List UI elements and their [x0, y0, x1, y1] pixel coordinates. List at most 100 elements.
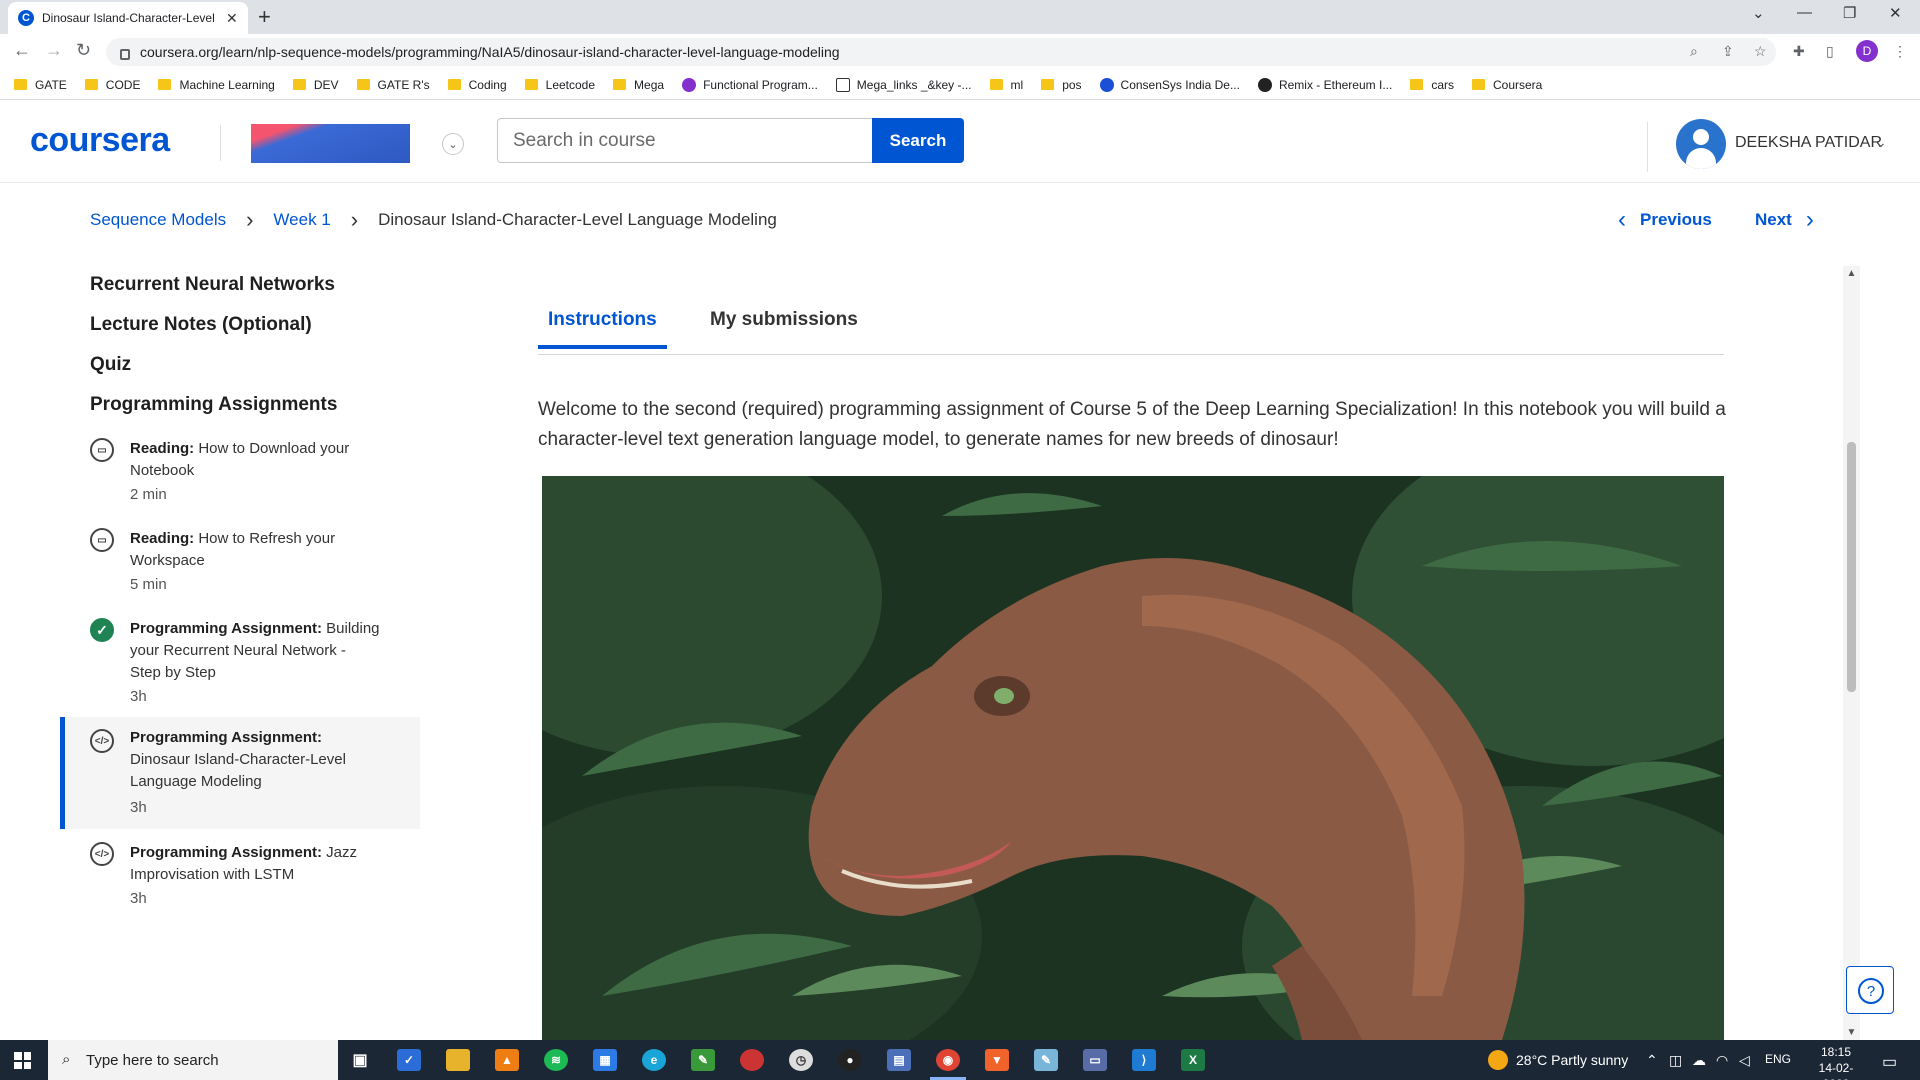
bookmark-item[interactable]: Machine Learning [158, 78, 275, 92]
bookmark-item[interactable]: pos [1041, 78, 1082, 92]
url-text: coursera.org/learn/nlp-sequence-models/p… [140, 44, 840, 60]
store-icon[interactable]: ▦ [593, 1049, 617, 1071]
onedrive-icon[interactable]: ☁ [1692, 1052, 1706, 1069]
bookmark-star-icon[interactable]: ☆ [1754, 43, 1767, 60]
file-explorer-icon[interactable] [446, 1049, 470, 1071]
scroll-up-icon[interactable]: ▲ [1843, 268, 1860, 279]
bookmark-item[interactable]: ml [989, 78, 1023, 92]
screen-recorder-icon[interactable]: ● [838, 1049, 862, 1071]
browser-tab[interactable]: C Dinosaur Island-Character-Level ✕ [8, 2, 248, 34]
tray-chevron-up-icon[interactable]: ⌃ [1646, 1052, 1658, 1069]
edge-icon[interactable]: e [642, 1049, 666, 1071]
course-search-input[interactable] [497, 118, 872, 163]
notes-app-icon[interactable]: ✎ [1034, 1049, 1058, 1071]
windows-start-icon[interactable] [14, 1052, 31, 1069]
breadcrumb-course-link[interactable]: Sequence Models [90, 210, 226, 230]
bookmark-item[interactable]: Remix - Ethereum I... [1257, 77, 1392, 92]
task-view-icon[interactable]: ▣ [348, 1049, 372, 1071]
page-scrollbar[interactable]: ▲ ▼ [1843, 266, 1860, 1040]
url-field[interactable]: coursera.org/learn/nlp-sequence-models/p… [106, 38, 1776, 66]
bookmark-item[interactable]: GATE R's [356, 78, 430, 92]
user-avatar-icon[interactable] [1676, 119, 1726, 169]
sidebar-item-label: Reading: How to Refresh your Workspace [130, 530, 336, 569]
share-icon[interactable]: ⇪ [1722, 43, 1734, 60]
previous-label: Previous [1640, 210, 1712, 229]
browser-tab-strip: C Dinosaur Island-Character-Level ✕ + ⌄ … [0, 0, 1920, 34]
zoom-icon[interactable]: ⌕ [1690, 43, 1698, 60]
minimize-icon[interactable]: — [1797, 4, 1812, 21]
chevron-down-icon[interactable]: ⌄ [442, 133, 464, 155]
close-tab-icon[interactable]: ✕ [226, 10, 238, 27]
sidebar-section-quiz[interactable]: Quiz [90, 354, 131, 376]
volume-icon[interactable]: ◁ [1739, 1052, 1750, 1069]
tab-my-submissions[interactable]: My submissions [700, 309, 868, 345]
remote-desktop-icon[interactable]: ▭ [1083, 1049, 1107, 1071]
sidebar-section-programming-assignments[interactable]: Programming Assignments [90, 394, 337, 416]
scroll-thumb[interactable] [1847, 442, 1856, 692]
search-icon: ⌕ [62, 1051, 71, 1068]
bookmark-item[interactable]: Coding [447, 78, 507, 92]
bookmark-item[interactable]: ConsenSys India De... [1099, 77, 1240, 92]
camera-tray-icon[interactable]: ◫ [1669, 1052, 1682, 1069]
forward-icon[interactable]: → [45, 40, 63, 61]
excel-icon[interactable]: X [1181, 1049, 1205, 1071]
sidebar-item-jazz-lstm[interactable]: </> Programming Assignment: Jazz Improvi… [60, 838, 420, 922]
tab-search-icon[interactable]: ⌄ [1752, 4, 1765, 22]
clock-app-icon[interactable]: ◷ [789, 1049, 813, 1071]
calculator-icon[interactable]: ▤ [887, 1049, 911, 1071]
notifications-icon[interactable]: ▭ [1882, 1052, 1897, 1072]
partner-logo-banner[interactable] [251, 124, 410, 163]
help-button[interactable]: ? [1846, 966, 1894, 1014]
bookmark-item[interactable]: Coursera [1472, 78, 1542, 92]
coursera-logo[interactable]: coursera [30, 121, 170, 160]
sidebar-item-download-notebook[interactable]: ▭ Reading: How to Download your Notebook… [60, 434, 420, 518]
browser-profile-avatar[interactable]: D [1856, 40, 1878, 62]
sidebar-item-building-rnn[interactable]: ✓ Programming Assignment: Building your … [60, 614, 420, 718]
chrome-icon[interactable]: ◉ [936, 1049, 960, 1071]
new-tab-icon[interactable]: + [258, 4, 271, 30]
notepad-plus-icon[interactable]: ✎ [691, 1049, 715, 1071]
bookmark-item[interactable]: cars [1410, 78, 1454, 92]
breadcrumb-week-link[interactable]: Week 1 [273, 210, 330, 230]
brave-icon[interactable]: ▼ [985, 1049, 1009, 1071]
weather-text[interactable]: 28°C Partly sunny [1516, 1052, 1628, 1068]
vscode-icon[interactable]: ⟩ [1132, 1049, 1156, 1071]
sidebar-item-refresh-workspace[interactable]: ▭ Reading: How to Refresh your Workspace… [60, 524, 420, 608]
bookmark-item[interactable]: GATE [14, 78, 67, 92]
vlc-icon[interactable]: ▲ [495, 1049, 519, 1071]
chevron-down-icon[interactable]: ⌄ [1875, 134, 1887, 151]
back-icon[interactable]: ← [13, 40, 31, 61]
wifi-icon[interactable]: ◠ [1716, 1052, 1728, 1069]
chevron-right-icon: › [350, 207, 359, 232]
todo-app-icon[interactable]: ✓ [397, 1049, 421, 1071]
tab-instructions[interactable]: Instructions [538, 309, 667, 349]
reload-icon[interactable]: ↻ [76, 40, 91, 61]
next-button[interactable]: Next › [1755, 208, 1814, 232]
duration: 3h [130, 799, 147, 816]
snip-app-icon[interactable] [740, 1049, 764, 1071]
restore-icon[interactable]: ❐ [1843, 4, 1856, 22]
bookmark-item[interactable]: CODE [84, 78, 140, 92]
sidebar-item-dinosaur-island[interactable]: </> Programming Assignment: Dinosaur Isla… [60, 717, 420, 829]
close-window-icon[interactable]: ✕ [1889, 4, 1902, 22]
bookmark-item[interactable]: Mega [613, 78, 664, 92]
user-name[interactable]: DEEKSHA PATIDAR [1735, 134, 1882, 152]
spotify-icon[interactable]: ≋ [544, 1049, 568, 1071]
sidebar-section-lecture-notes[interactable]: Lecture Notes (Optional) [90, 314, 312, 336]
weather-icon[interactable] [1488, 1050, 1508, 1070]
bookmark-item[interactable]: DEV [292, 78, 339, 92]
taskbar-search-box[interactable]: ⌕ Type here to search [48, 1040, 338, 1080]
bookmark-item[interactable]: Functional Program... [682, 77, 818, 92]
previous-button[interactable]: ‹ Previous [1618, 208, 1712, 232]
sidebar-section-rnn[interactable]: Recurrent Neural Networks [90, 274, 335, 296]
side-panel-icon[interactable]: ▯ [1826, 43, 1834, 60]
folder-icon [1472, 79, 1485, 90]
extensions-icon[interactable]: ✚ [1793, 43, 1805, 60]
bookmark-item[interactable]: Leetcode [524, 78, 595, 92]
taskbar-clock[interactable]: 18:15 14-02-2023 [1806, 1044, 1866, 1080]
browser-menu-icon[interactable]: ⋮ [1893, 43, 1907, 60]
bookmark-item[interactable]: Mega_links _&key -... [835, 77, 972, 92]
scroll-down-icon[interactable]: ▼ [1843, 1027, 1860, 1038]
language-indicator[interactable]: ENG [1765, 1052, 1791, 1066]
search-button[interactable]: Search [872, 118, 964, 163]
